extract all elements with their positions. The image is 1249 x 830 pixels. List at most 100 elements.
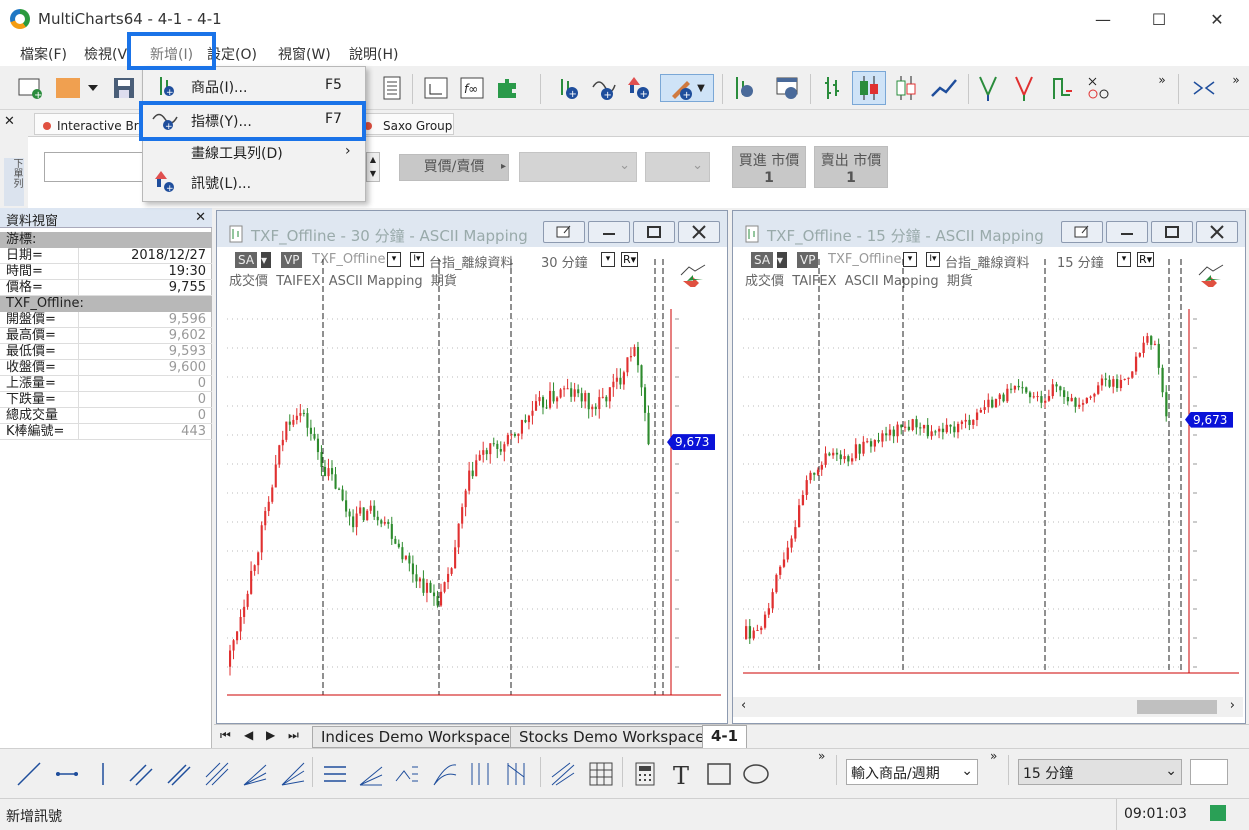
drawbar-overflow-icon-2[interactable]: » bbox=[990, 749, 997, 763]
drawing-tools-button[interactable]: + ▼ bbox=[660, 74, 714, 102]
ray-icon[interactable] bbox=[166, 761, 192, 787]
trend-line-icon[interactable] bbox=[16, 761, 42, 787]
price-chart[interactable] bbox=[733, 249, 1243, 719]
tab-stocks-demo[interactable]: Stocks Demo Workspace bbox=[510, 726, 714, 748]
toolbar-overflow-icon-2[interactable]: » bbox=[1228, 66, 1244, 94]
line-chart-icon[interactable] bbox=[930, 74, 958, 102]
fibonacci-extension-icon[interactable] bbox=[394, 761, 420, 787]
renko-icon[interactable] bbox=[1010, 74, 1038, 102]
calculator-icon[interactable] bbox=[632, 761, 658, 787]
chart-trading-icon[interactable] bbox=[1197, 263, 1225, 289]
chevron-down-icon[interactable] bbox=[84, 74, 102, 102]
order-type-select[interactable]: ⌄ bbox=[519, 152, 637, 182]
cycle-lines-icon[interactable] bbox=[504, 761, 530, 787]
symbol-input[interactable]: 輸入商品/週期 ⌄ bbox=[846, 759, 978, 785]
broker-tab-interactive-brokers[interactable]: Interactive Br bbox=[34, 113, 144, 135]
maximize-button[interactable]: ☐ bbox=[1136, 0, 1182, 38]
buy-market-button[interactable]: 買進 市價 1 bbox=[732, 146, 806, 188]
last-price-tag: 9,673 bbox=[1185, 411, 1234, 428]
price-chart[interactable] bbox=[217, 249, 725, 719]
chart-maximize-icon[interactable] bbox=[1151, 221, 1193, 243]
quantity-spinner[interactable]: ▲ ▼ bbox=[366, 152, 380, 182]
chart-window-15min[interactable]: TXF_Offline - 15 分鐘 - ASCII Mapping SA ▾ VP… bbox=[732, 210, 1246, 724]
account-select[interactable] bbox=[44, 152, 144, 182]
document-icon[interactable] bbox=[378, 74, 406, 102]
chart-maximize-icon[interactable] bbox=[633, 221, 675, 243]
tab-indices-demo[interactable]: Indices Demo Workspace bbox=[312, 726, 520, 748]
format-settings-icon[interactable] bbox=[730, 74, 758, 102]
insert-signal-icon[interactable]: + bbox=[625, 74, 653, 102]
rectangle-tool-icon[interactable] bbox=[706, 761, 732, 787]
chevron-down-icon[interactable]: ▼ bbox=[697, 83, 705, 94]
chart-minimize-icon[interactable] bbox=[588, 221, 630, 243]
regression-channel-icon[interactable] bbox=[550, 761, 576, 787]
parallel-channel-icon[interactable] bbox=[128, 761, 154, 787]
new-chart-icon[interactable]: + bbox=[16, 74, 44, 102]
open-workspace-icon[interactable] bbox=[54, 74, 82, 102]
first-tab-icon[interactable]: ⏮ bbox=[220, 728, 231, 743]
menu-item-drawing-toolbar[interactable]: 畫線工具列(D) › bbox=[143, 137, 365, 167]
extra-input[interactable] bbox=[1190, 759, 1228, 785]
chart-minimize-icon[interactable] bbox=[1106, 221, 1148, 243]
chart-format-icon[interactable] bbox=[543, 221, 585, 243]
gann-fan-icon[interactable] bbox=[242, 761, 268, 787]
chart-format-icon[interactable] bbox=[1061, 221, 1103, 243]
power-language-editor-icon[interactable]: f∞ bbox=[458, 74, 486, 102]
horizontal-scrollbar[interactable]: ‹ › bbox=[733, 697, 1243, 717]
andrews-pitchfork-icon[interactable] bbox=[204, 761, 230, 787]
chart-trading-icon[interactable] bbox=[679, 263, 707, 289]
interval-select[interactable]: 15 分鐘 ⌄ bbox=[1018, 759, 1182, 785]
speed-lines-icon[interactable] bbox=[280, 761, 306, 787]
menu-file[interactable]: 檔案(F) bbox=[20, 44, 67, 64]
order-bar-close-icon[interactable]: ✕ bbox=[4, 114, 15, 129]
insert-symbol-icon[interactable]: + bbox=[555, 74, 583, 102]
toolbar-overflow-icon[interactable]: » bbox=[1154, 66, 1170, 94]
xo-chart-icon[interactable] bbox=[1084, 74, 1112, 102]
menu-window[interactable]: 視窗(W) bbox=[278, 44, 331, 64]
ohlc-bar-icon[interactable] bbox=[818, 74, 846, 102]
menu-view[interactable]: 檢視(V) bbox=[84, 44, 128, 64]
close-button[interactable]: ✕ bbox=[1194, 0, 1240, 38]
next-tab-icon[interactable]: ▶ bbox=[266, 728, 275, 742]
point-figure-icon[interactable] bbox=[1048, 74, 1076, 102]
ellipse-tool-icon[interactable] bbox=[742, 761, 772, 787]
grid-icon[interactable] bbox=[588, 761, 614, 787]
insert-indicator-icon[interactable]: + bbox=[590, 74, 618, 102]
broker-tab-saxo[interactable]: Saxo Group bbox=[362, 113, 454, 135]
last-tab-icon[interactable]: ⏭ bbox=[288, 728, 299, 743]
kagi-icon[interactable] bbox=[974, 74, 1002, 102]
horizontal-line-icon[interactable] bbox=[54, 761, 80, 787]
prev-tab-icon[interactable]: ◀ bbox=[244, 728, 253, 742]
scrollbar-thumb[interactable] bbox=[1137, 700, 1217, 714]
price-type-button[interactable]: 買價/賣價 ▸ bbox=[399, 154, 509, 181]
menu-item-symbol[interactable]: + 商品(I)... F5 bbox=[143, 71, 365, 101]
candlestick bbox=[246, 590, 249, 610]
collapse-arrows-icon[interactable] bbox=[1190, 74, 1218, 102]
window-settings-icon[interactable] bbox=[774, 74, 802, 102]
text-tool-icon[interactable]: T bbox=[670, 761, 696, 787]
fibonacci-fan-icon[interactable] bbox=[358, 761, 384, 787]
candlestick bbox=[858, 443, 861, 461]
scroll-right-icon[interactable]: › bbox=[1230, 698, 1235, 713]
save-icon[interactable] bbox=[110, 74, 138, 102]
tab-4-1[interactable]: 4-1 bbox=[702, 725, 748, 749]
drawbar-overflow-icon[interactable]: » bbox=[818, 749, 825, 763]
fibonacci-retracement-icon[interactable] bbox=[322, 761, 348, 787]
fibonacci-arcs-icon[interactable] bbox=[432, 761, 458, 787]
chart-window-30min[interactable]: TXF_Offline - 30 分鐘 - ASCII Mapping SA ▾ VP… bbox=[216, 210, 728, 724]
scroll-left-icon[interactable]: ‹ bbox=[741, 698, 746, 713]
menu-help[interactable]: 說明(H) bbox=[349, 44, 398, 64]
hollow-candle-icon[interactable] bbox=[892, 74, 920, 102]
chart-close-icon[interactable] bbox=[1196, 221, 1238, 243]
close-icon[interactable]: ✕ bbox=[195, 210, 206, 225]
minimize-button[interactable]: — bbox=[1080, 0, 1126, 38]
tif-select[interactable]: ⌄ bbox=[645, 152, 710, 182]
extension-puzzle-icon[interactable] bbox=[494, 74, 522, 102]
menu-item-signal[interactable]: + 訊號(L)... bbox=[143, 167, 365, 197]
vertical-line-icon[interactable] bbox=[90, 761, 116, 787]
sell-market-button[interactable]: 賣出 市價 1 bbox=[814, 146, 888, 188]
chart-window-icon[interactable] bbox=[422, 74, 450, 102]
candlestick-icon[interactable] bbox=[852, 71, 886, 105]
chart-close-icon[interactable] bbox=[678, 221, 720, 243]
fibonacci-time-zones-icon[interactable] bbox=[468, 761, 494, 787]
